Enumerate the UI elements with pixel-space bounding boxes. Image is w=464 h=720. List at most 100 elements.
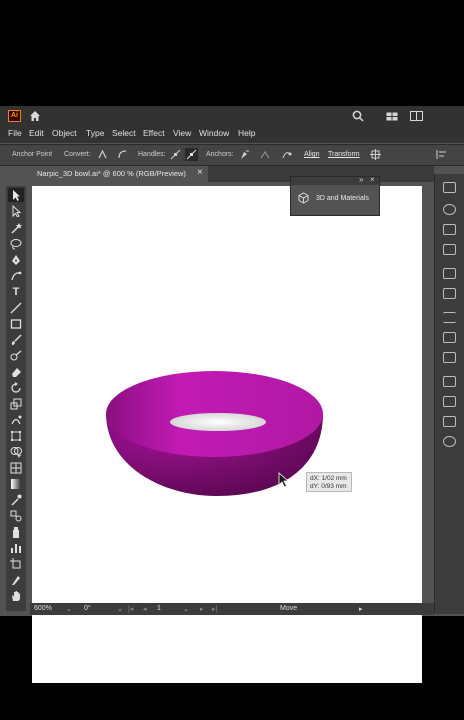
properties-icon[interactable] (443, 182, 456, 193)
next-artboard-icon[interactable]: ▸ (200, 605, 204, 613)
artboard-number[interactable]: 1 (157, 605, 161, 612)
pen-tool-icon[interactable] (10, 254, 22, 266)
hand-tool-icon[interactable] (10, 590, 22, 602)
move-delta-tooltip: dX: 1/02 mm dY: 0/93 mm (306, 472, 352, 492)
connect-anchors-icon[interactable] (260, 149, 271, 160)
libraries-icon[interactable] (443, 204, 456, 215)
search-icon[interactable] (352, 110, 364, 122)
remove-anchor-icon[interactable] (239, 149, 250, 160)
align-link[interactable]: Align (304, 151, 320, 158)
shaper-tool-icon[interactable] (10, 350, 22, 362)
collapse-panel-icon[interactable]: » (359, 175, 363, 184)
menu-type[interactable]: Type (86, 128, 104, 138)
isolate-icon[interactable] (370, 149, 381, 160)
artboard-tool-icon[interactable] (10, 558, 22, 570)
convert-corner-icon[interactable] (97, 149, 108, 160)
type-tool-icon[interactable]: T (10, 286, 22, 298)
mouse-cursor-icon (278, 472, 290, 488)
free-transform-tool-icon[interactable] (10, 430, 22, 442)
symbol-sprayer-tool-icon[interactable] (10, 526, 22, 538)
curvature-tool-icon[interactable] (10, 270, 22, 282)
current-tool-status: Move (280, 605, 298, 612)
shape-builder-tool-icon[interactable] (10, 446, 22, 458)
document-tab-title: Narpic_3D bowl.ai* @ 600 % (RGB/Preview) (37, 169, 186, 178)
column-graph-tool-icon[interactable] (10, 542, 22, 554)
tools-panel: T (6, 186, 26, 611)
last-artboard-icon[interactable]: ▸| (212, 605, 217, 613)
menu-select[interactable]: Select (112, 128, 136, 138)
scale-tool-icon[interactable] (10, 398, 22, 410)
menu-window[interactable]: Window (199, 128, 229, 138)
illustrator-window: Ai File Edit Object Type Select Effect V… (0, 106, 464, 683)
line-tool-icon[interactable] (10, 302, 22, 314)
align-panel-icon[interactable] (443, 312, 456, 323)
slice-tool-icon[interactable] (10, 574, 22, 586)
first-artboard-icon[interactable]: |◂ (128, 605, 133, 613)
menu-effect[interactable]: Effect (143, 128, 165, 138)
menu-help[interactable]: Help (238, 128, 255, 138)
workspace-icon[interactable] (386, 112, 398, 121)
panel-dock (434, 174, 464, 614)
previous-artboard-icon[interactable]: ◂ (143, 605, 147, 613)
3d-materials-panel: » × 3D and Materials (290, 175, 380, 216)
menu-file[interactable]: File (8, 128, 22, 138)
close-icon[interactable]: × (197, 167, 203, 178)
anchors-label: Anchors: (206, 151, 234, 158)
lasso-tool-icon[interactable] (10, 238, 22, 250)
rotate-tool-icon[interactable] (10, 382, 22, 394)
panel-header: » × (291, 175, 379, 185)
delta-y-readout: dY: 0/93 mm (310, 483, 347, 490)
convert-label: Convert: (64, 151, 91, 158)
status-menu-icon[interactable]: ▸ (359, 605, 363, 613)
artboard-dropdown-icon[interactable]: ⌄ (183, 605, 189, 613)
cut-path-icon[interactable] (281, 149, 292, 160)
appearance-panel-icon[interactable] (443, 436, 456, 447)
rotation-dropdown-icon[interactable]: ⌄ (117, 605, 123, 613)
handles-label: Handles: (138, 151, 166, 158)
layers-icon[interactable] (443, 224, 456, 235)
paintbrush-tool-icon[interactable] (10, 334, 22, 346)
rotation-value[interactable]: 0° (84, 605, 91, 612)
zoom-dropdown-icon[interactable]: ⌄ (66, 605, 72, 613)
warp-tool-icon[interactable] (10, 414, 22, 426)
magic-wand-tool-icon[interactable] (10, 222, 22, 234)
mesh-tool-icon[interactable] (10, 462, 22, 474)
menu-object[interactable]: Object (52, 128, 77, 138)
gradient-tool-icon[interactable] (10, 478, 22, 490)
status-bar: 600% ⌄ 0° ⌄ |◂ ◂ 1 ⌄ ▸ ▸| Move ▸ (30, 603, 434, 615)
control-bar: Anchor Point Convert: Handles: Anchors: … (0, 144, 464, 166)
menu-edit[interactable]: Edit (29, 128, 44, 138)
transform-link[interactable]: Transform (328, 151, 360, 158)
hide-handles-icon[interactable] (185, 148, 198, 161)
arrange-documents-icon[interactable] (410, 111, 423, 121)
show-handles-icon[interactable] (170, 149, 181, 160)
blend-tool-icon[interactable] (10, 510, 22, 522)
zoom-level[interactable]: 600% (34, 605, 52, 612)
delta-x-readout: dX: 1/02 mm (310, 475, 347, 482)
brushes-icon[interactable] (443, 288, 456, 299)
eyedropper-tool-icon[interactable] (10, 494, 22, 506)
panel-options-icon[interactable] (436, 149, 450, 160)
anchor-point-label: Anchor Point (12, 151, 53, 158)
selection-tool-icon[interactable] (8, 188, 24, 202)
document-tab[interactable]: Narpic_3D bowl.ai* @ 600 % (RGB/Preview)… (30, 166, 208, 182)
menu-view[interactable]: View (173, 128, 191, 138)
3d-materials-button[interactable]: 3D and Materials (316, 195, 369, 202)
eraser-tool-icon[interactable] (10, 366, 22, 378)
stroke-panel-icon[interactable] (443, 376, 456, 387)
title-bar: Ai (0, 106, 464, 126)
swatches-icon[interactable] (443, 268, 456, 279)
ai-logo: Ai (8, 110, 21, 122)
symbols-icon[interactable] (443, 244, 456, 255)
home-icon[interactable] (29, 110, 41, 122)
cube-icon (298, 192, 309, 204)
gradient-panel-icon[interactable] (443, 396, 456, 407)
menu-bar: File Edit Object Type Select Effect View… (0, 126, 464, 143)
pathfinder-icon[interactable] (443, 332, 456, 343)
direct-selection-tool-icon[interactable] (10, 204, 22, 218)
transform-panel-icon[interactable] (443, 352, 456, 363)
close-panel-icon[interactable]: × (370, 175, 375, 184)
rectangle-tool-icon[interactable] (10, 318, 22, 330)
convert-smooth-icon[interactable] (117, 149, 128, 160)
transparency-panel-icon[interactable] (443, 416, 456, 427)
